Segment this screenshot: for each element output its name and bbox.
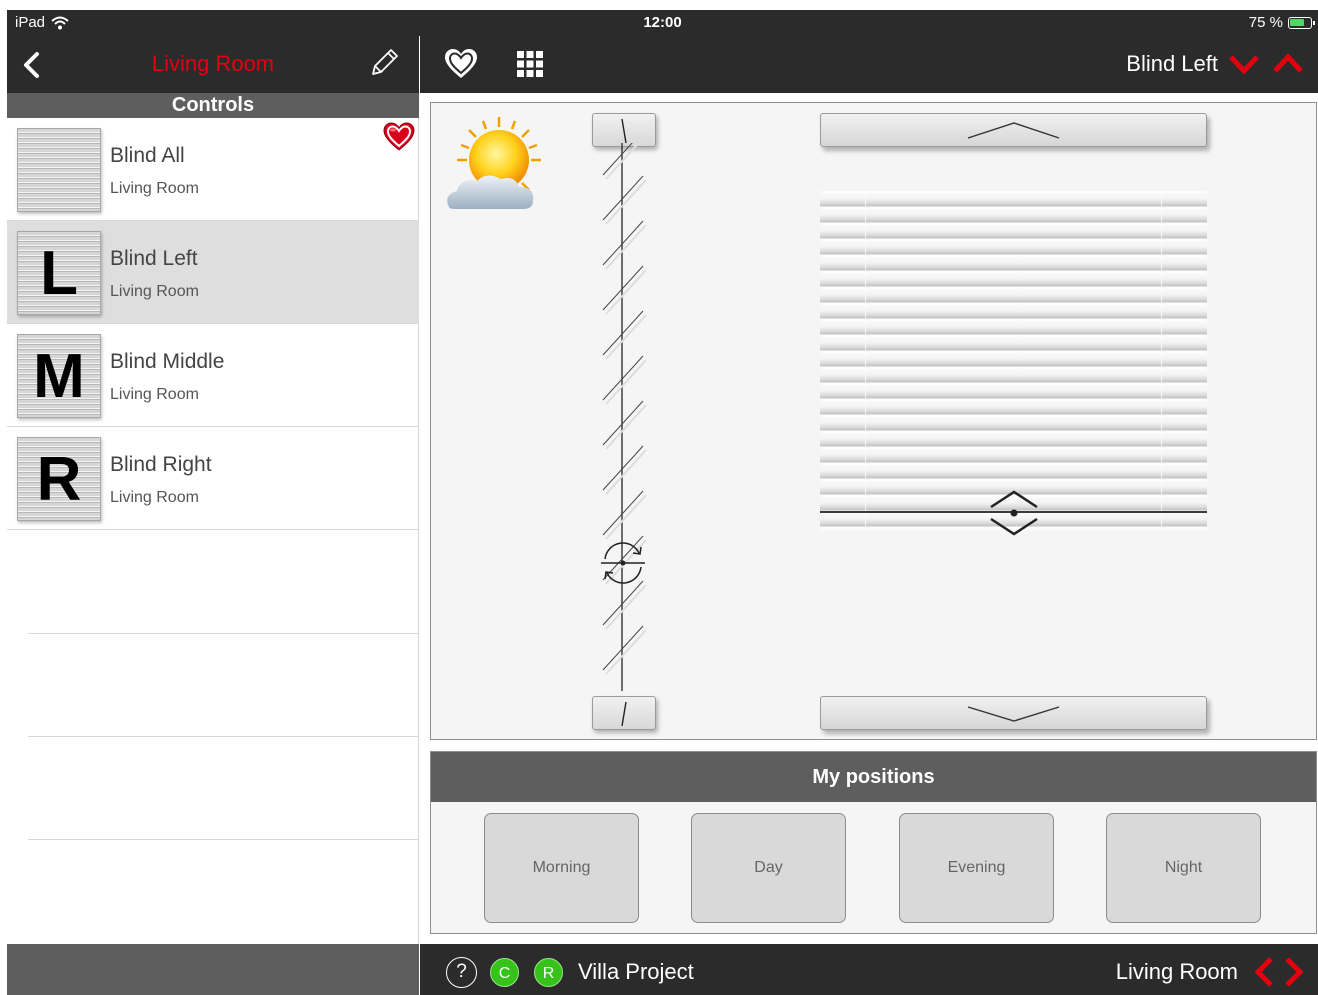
device-name: Blind Left	[110, 247, 198, 270]
status-bar-right: 75 %	[1248, 14, 1315, 31]
room-title: Living Room	[151, 51, 275, 76]
move-up-button[interactable]	[820, 113, 1207, 147]
blind-thumbnail: R	[17, 437, 101, 521]
clock: 12:00	[643, 14, 682, 31]
rotate-icon[interactable]	[597, 535, 649, 591]
left-header: Living Room	[7, 36, 419, 93]
help-button[interactable]: ?	[446, 957, 477, 988]
battery-icon	[1288, 16, 1315, 29]
blind-thumbnail: M	[17, 334, 101, 418]
device-room: Living Room	[110, 283, 199, 300]
sun-cloud-icon	[447, 117, 541, 209]
position-night-button[interactable]: Night	[1106, 813, 1261, 923]
tilt-slats-graphic	[602, 143, 647, 691]
device-row-blind-left[interactable]: L Blind Left Living Room	[7, 221, 419, 324]
chevron-down-icon[interactable]	[1228, 50, 1260, 78]
position-morning-button[interactable]: Morning	[484, 813, 639, 923]
device-title: Blind Left	[1126, 51, 1218, 76]
heart-icon[interactable]	[444, 48, 478, 80]
device-row-blind-middle[interactable]: M Blind Middle Living Room	[7, 324, 419, 427]
tilt-line-icon	[621, 701, 627, 727]
device-letter: R	[36, 445, 82, 514]
connection-status-r: R	[534, 958, 563, 987]
slat-edge	[865, 191, 866, 531]
device-name: Blind All	[110, 144, 185, 167]
positions-header: My positions	[431, 752, 1316, 802]
back-chevron-icon[interactable]	[15, 48, 49, 82]
status-bar: iPad 12:00 75 %	[7, 10, 1318, 36]
move-down-button[interactable]	[820, 696, 1207, 730]
controls-header: Controls	[7, 93, 419, 118]
footer-left	[7, 944, 419, 995]
right-header: Blind Left	[420, 36, 1318, 93]
grid-icon[interactable]	[516, 50, 544, 78]
device-room: Living Room	[110, 386, 199, 403]
slat-edge	[1161, 191, 1162, 531]
device-name: Blind Right	[110, 453, 212, 476]
device-letter: M	[33, 342, 85, 411]
device-room: Living Room	[110, 180, 199, 197]
device-list: Blind All Living Room L Blind Left Livin…	[7, 118, 419, 944]
chevron-left-icon[interactable]	[1252, 955, 1276, 989]
list-divider	[28, 839, 419, 840]
pencil-icon[interactable]	[365, 46, 401, 82]
connection-status-c: C	[490, 958, 519, 987]
tilt-down-button[interactable]	[592, 696, 656, 730]
positions-panel: My positions Morning Day Evening Night	[430, 751, 1317, 934]
device-row-blind-right[interactable]: R Blind Right Living Room	[7, 427, 419, 530]
footer-right: ? C R Villa Project Living Room	[420, 944, 1318, 995]
battery-fill	[1290, 18, 1304, 26]
battery-percent: 75 %	[1248, 14, 1283, 31]
list-divider	[28, 736, 419, 737]
favorite-heart-icon[interactable]	[383, 122, 415, 152]
blind-thumbnail	[17, 128, 101, 212]
device-letter: L	[40, 239, 78, 308]
blind-slats-graphic	[820, 191, 1207, 531]
device-name: Blind Middle	[110, 350, 225, 373]
position-handle-icon[interactable]	[986, 489, 1042, 537]
position-evening-button[interactable]: Evening	[899, 813, 1054, 923]
device-row-blind-all[interactable]: Blind All Living Room	[7, 118, 419, 221]
list-divider	[28, 633, 419, 634]
chevron-up-icon[interactable]	[1272, 50, 1304, 78]
project-name: Villa Project	[578, 959, 694, 984]
chevron-up-icon	[967, 122, 1060, 139]
tilt-up-button[interactable]	[592, 113, 656, 147]
footer-room-name: Living Room	[1115, 959, 1238, 984]
chevron-right-icon[interactable]	[1282, 955, 1306, 989]
position-day-button[interactable]: Day	[691, 813, 846, 923]
chevron-down-icon	[967, 706, 1060, 722]
device-room: Living Room	[110, 489, 199, 506]
blind-control-panel	[430, 102, 1317, 740]
blind-thumbnail: L	[17, 231, 101, 315]
